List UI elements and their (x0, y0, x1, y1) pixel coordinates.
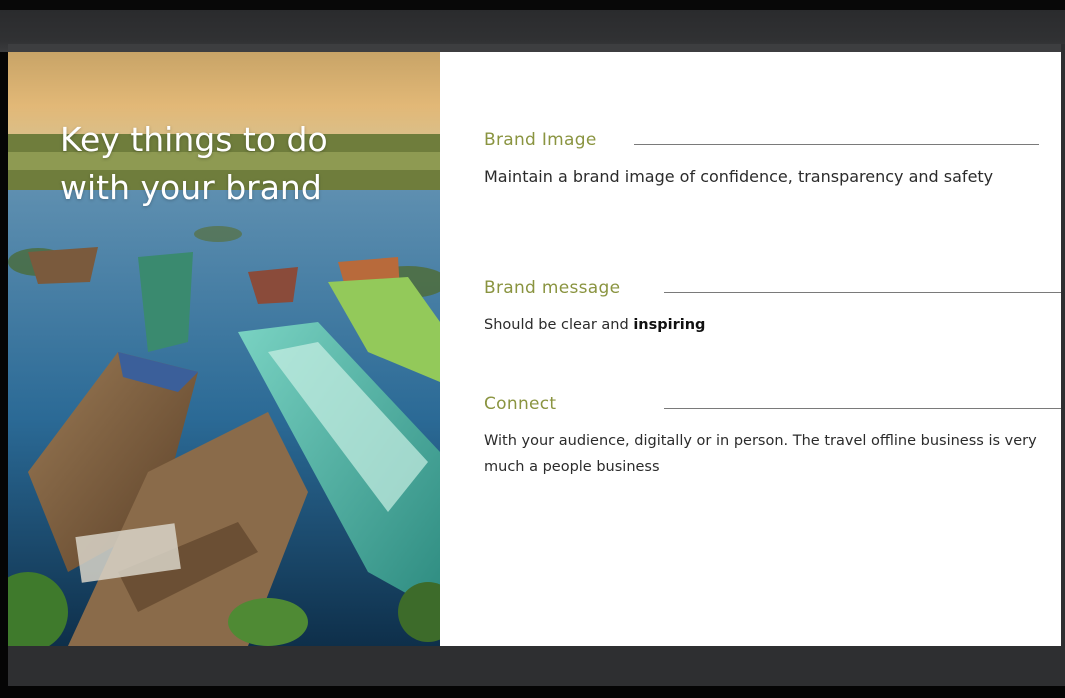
section-heading: Brand message (484, 278, 621, 298)
title-line-1: Key things to do (60, 120, 328, 159)
heading-divider (634, 144, 1039, 145)
section-heading: Brand Image (484, 130, 597, 150)
section-text: With your audience, digitally or in pers… (484, 433, 1037, 475)
presentation-slide: Key things to do with your brand Brand I… (8, 52, 1061, 646)
heading-divider (664, 408, 1061, 409)
section-heading-row: Brand message (484, 278, 1061, 308)
section-heading-row: Brand Image (484, 130, 1061, 160)
window-right-edge (1061, 44, 1065, 646)
section-text: Should be clear and inspiring (484, 312, 1061, 338)
toolbar-strip (8, 44, 1065, 52)
bottom-toolbar (8, 646, 1065, 686)
bottom-edge (0, 686, 1065, 698)
section-text: Maintain a brand image of confidence, tr… (484, 167, 994, 186)
section-heading: Connect (484, 394, 557, 414)
section-heading-row: Connect (484, 394, 1061, 424)
section-text-plain: Should be clear and (484, 317, 634, 333)
title-line-2: with your brand (60, 168, 322, 207)
boats-photo: Key things to do with your brand (8, 52, 440, 646)
top-toolbar (0, 0, 1065, 52)
section-brand-image: Brand Image Maintain a brand image of co… (484, 130, 1061, 190)
slide-title: Key things to do with your brand (60, 116, 420, 212)
heading-divider (664, 292, 1061, 293)
section-brand-message: Brand message Should be clear and inspir… (484, 278, 1061, 338)
slide-content: Brand Image Maintain a brand image of co… (484, 52, 1061, 646)
section-text-bold: inspiring (633, 317, 706, 333)
section-connect: Connect With your audience, digitally or… (484, 394, 1061, 480)
